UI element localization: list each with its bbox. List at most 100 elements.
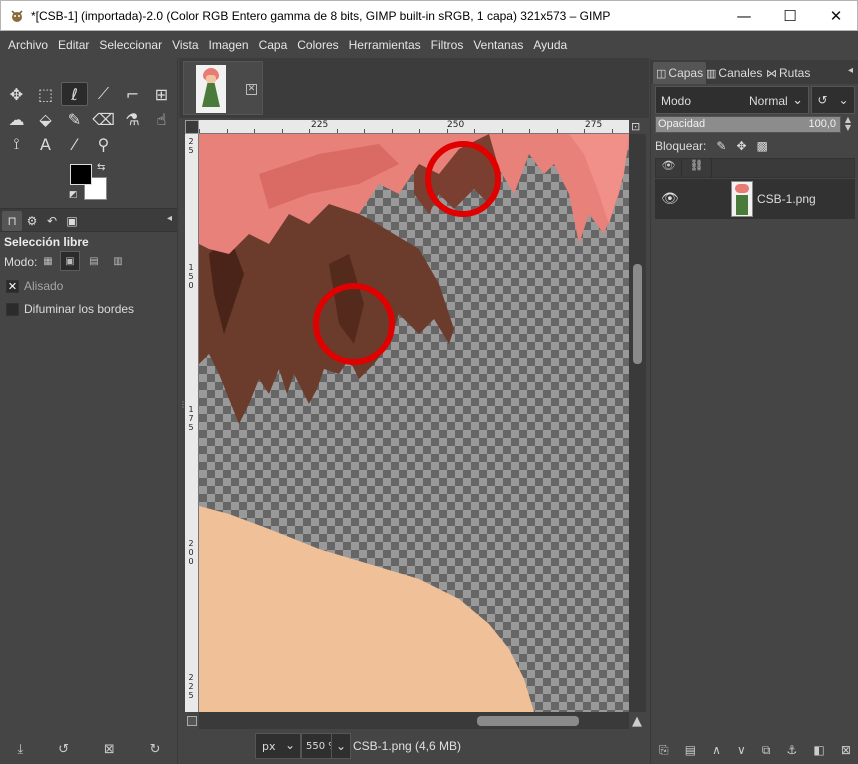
zoom-dropdown[interactable]: ⌄ <box>331 733 351 759</box>
lower-layer-icon[interactable]: ∨ <box>737 743 746 757</box>
menu-archivo[interactable]: Archivo <box>3 38 53 52</box>
paths-tool-icon[interactable]: ⟟ <box>3 132 30 156</box>
rect-select-tool-icon[interactable]: ⬚ <box>32 82 59 106</box>
tab-rutas[interactable]: ⋈ Rutas <box>763 62 813 84</box>
restore-preset-icon[interactable]: ↺ <box>58 742 69 757</box>
unified-transform-tool-icon[interactable]: ⊞ <box>148 82 175 106</box>
antialias-option[interactable]: ✕ Alisado <box>6 278 63 294</box>
chevron-down-icon: ⌄ <box>792 92 803 107</box>
mode-replace-icon[interactable]: ▦ <box>38 251 58 271</box>
eraser-tool-icon[interactable]: ⌫ <box>90 107 117 131</box>
quick-mask-toggle[interactable] <box>185 712 199 729</box>
feather-option[interactable]: Difuminar los bordes <box>6 301 134 317</box>
fuzzy-select-tool-icon[interactable]: ⟋ <box>90 82 117 106</box>
new-layer-group-icon[interactable]: ▤ <box>685 743 696 757</box>
device-status-tab-icon[interactable]: ⚙ <box>22 211 42 231</box>
opacity-spinner[interactable]: ▲ ▼ <box>841 116 855 133</box>
composite-mode-select[interactable]: ↺ ⌄ <box>811 86 855 114</box>
ruler-label: 5 <box>188 272 194 281</box>
horizontal-scroll-thumb[interactable] <box>477 716 579 726</box>
duplicate-layer-icon[interactable]: ⧉ <box>762 743 771 758</box>
free-select-tool-icon[interactable]: ℓ <box>61 82 88 106</box>
lock-pixels-icon[interactable]: ✎ <box>716 139 726 153</box>
delete-preset-icon[interactable]: ⊠ <box>104 742 115 757</box>
lock-alpha-icon[interactable]: ▩ <box>757 139 768 153</box>
dock-menu-icon[interactable]: ◂ <box>167 213 172 224</box>
window-titlebar[interactable]: *[CSB-1] (importada)-2.0 (Color RGB Ente… <box>0 0 858 31</box>
vertical-scroll-thumb[interactable] <box>633 264 642 364</box>
menu-ayuda[interactable]: Ayuda <box>528 38 572 52</box>
menu-ventanas[interactable]: Ventanas <box>468 38 528 52</box>
anchor-layer-icon[interactable]: ⚓ <box>787 743 798 757</box>
opacity-slider[interactable]: Opacidad 100,0 <box>655 116 841 133</box>
left-dock: ✥ ⬚ ℓ ⟋ ⌐ ⊞ ☁ ⬙ ✎ ⌫ ⚗ ☝ ⟟ A ⁄ ⚲ ⇆ ◩ ⊓ ⚙ ↶ ▣ ◂ Selección… <box>0 58 178 764</box>
mode-intersect-icon[interactable]: ▥ <box>108 251 128 271</box>
new-layer-icon[interactable]: ⎘ <box>659 743 669 758</box>
smudge-tool-icon[interactable]: ☝ <box>148 107 175 131</box>
gimp-app-icon <box>11 10 23 22</box>
menu-editar[interactable]: Editar <box>53 38 94 52</box>
save-preset-icon[interactable]: ⤓ <box>17 742 23 757</box>
ruler-label: 5 <box>188 146 194 155</box>
minimize-button[interactable]: — <box>721 1 767 31</box>
menu-filtros[interactable]: Filtros <box>426 38 469 52</box>
menu-vista[interactable]: Vista <box>167 38 203 52</box>
lock-position-icon[interactable]: ✥ <box>736 139 746 153</box>
foreground-color[interactable] <box>70 164 92 185</box>
close-image-icon[interactable]: ✕ <box>246 84 257 95</box>
tab-label: Canales <box>718 66 763 80</box>
crop-tool-icon[interactable]: ⌐ <box>119 82 146 106</box>
tab-capas[interactable]: ◫ Capas <box>653 62 707 84</box>
clone-tool-icon[interactable]: ⚗ <box>119 107 146 131</box>
eye-icon[interactable]: 👁 <box>661 191 679 207</box>
images-tab-icon[interactable]: ▣ <box>62 211 82 231</box>
menu-seleccionar[interactable]: Seleccionar <box>94 38 167 52</box>
navigate-icon[interactable]: ▲ <box>632 714 642 729</box>
ruler-label: 0 <box>188 281 194 290</box>
ruler-label: 275 <box>585 120 603 130</box>
close-button[interactable]: ✕ <box>813 1 858 31</box>
layer-row[interactable]: 👁 CSB-1.png <box>655 179 855 219</box>
mode-label: Modo: <box>4 255 38 269</box>
ruler-label: 0 <box>188 557 194 566</box>
zoom-tool-icon[interactable]: ⚲ <box>90 132 117 156</box>
menu-capa[interactable]: Capa <box>254 38 293 52</box>
move-tool-icon[interactable]: ✥ <box>3 82 30 106</box>
delete-layer-icon[interactable]: ⊠ <box>841 743 851 757</box>
text-tool-icon[interactable]: A <box>32 132 59 156</box>
reset-options-icon[interactable]: ↻ <box>150 742 161 757</box>
quick-mask-ruler-corner[interactable] <box>185 120 199 134</box>
layer-mode-select[interactable]: Modo Normal ⌄ <box>655 86 809 114</box>
warp-tool-icon[interactable]: ☁ <box>3 107 30 131</box>
feather-checkbox[interactable] <box>6 302 19 316</box>
maximize-button[interactable]: ☐ <box>767 1 813 31</box>
mode-subtract-icon[interactable]: ▤ <box>84 251 104 271</box>
antialias-checkbox[interactable]: ✕ <box>6 279 19 293</box>
mode-add-icon[interactable]: ▣ <box>60 251 80 271</box>
horizontal-ruler[interactable]: 225 250 275 <box>199 120 629 134</box>
canvas-artwork <box>199 134 629 712</box>
vertical-ruler[interactable]: 25150175200225 <box>185 134 199 712</box>
mask-layer-icon[interactable]: ◧ <box>813 743 824 757</box>
menu-herramientas[interactable]: Herramientas <box>344 38 426 52</box>
vertical-scrollbar[interactable] <box>629 134 646 712</box>
reset-colors-icon[interactable]: ◩ <box>69 190 78 200</box>
bucket-fill-tool-icon[interactable]: ⬙ <box>32 107 59 131</box>
left-dock-handle[interactable]: ⋮ <box>179 400 187 412</box>
undo-history-tab-icon[interactable]: ↶ <box>42 211 62 231</box>
window-title: *[CSB-1] (importada)-2.0 (Color RGB Ente… <box>31 9 611 23</box>
raise-layer-icon[interactable]: ∧ <box>712 743 721 757</box>
swap-colors-icon[interactable]: ⇆ <box>97 162 105 173</box>
menu-imagen[interactable]: Imagen <box>204 38 254 52</box>
zoom-fit-icon[interactable]: ⊡ <box>631 120 646 134</box>
dock-menu-icon[interactable]: ◂ <box>848 65 853 76</box>
paintbrush-tool-icon[interactable]: ✎ <box>61 107 88 131</box>
image-canvas[interactable] <box>199 134 629 712</box>
tool-options-tab-icon[interactable]: ⊓ <box>2 211 22 231</box>
image-tab[interactable]: ✕ <box>183 61 263 115</box>
color-picker-tool-icon[interactable]: ⁄ <box>61 132 88 156</box>
menu-colores[interactable]: Colores <box>292 38 343 52</box>
unit-selector[interactable]: px ⌄ <box>255 733 301 759</box>
horizontal-scrollbar[interactable] <box>199 712 629 729</box>
tab-canales[interactable]: ▥ Canales <box>703 62 765 84</box>
